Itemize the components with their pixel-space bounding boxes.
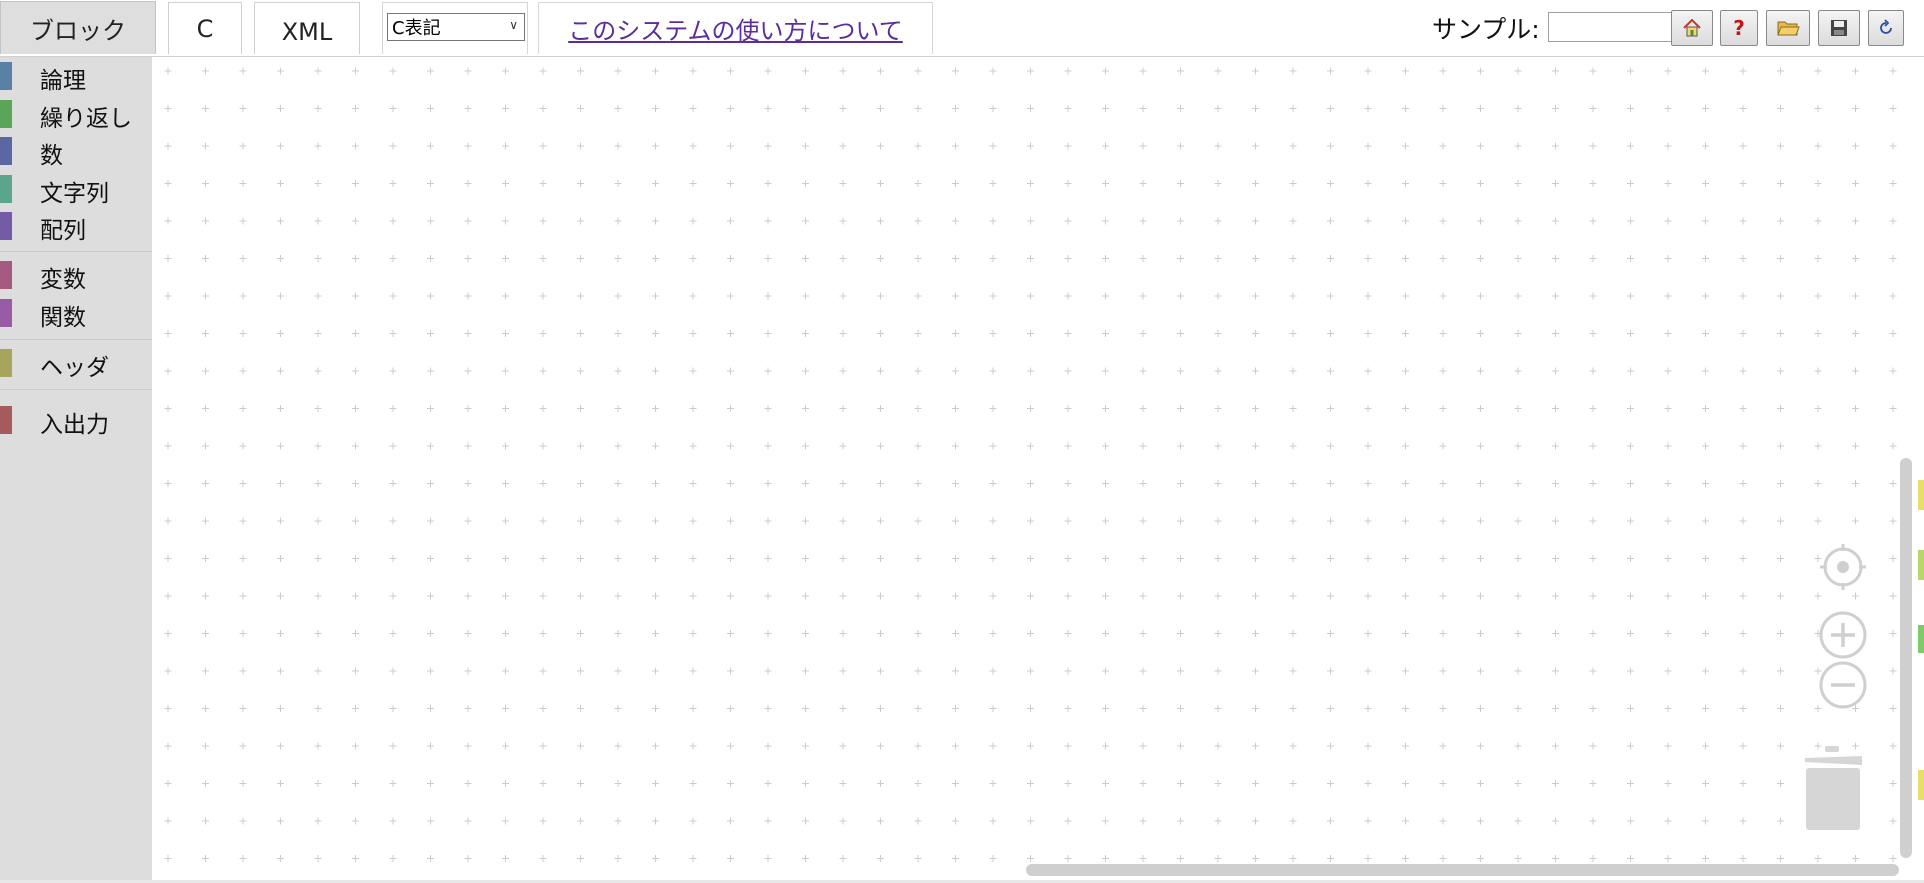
block-workspace[interactable] (152, 57, 1924, 883)
about-link[interactable]: このシステムの使い方について (568, 11, 903, 46)
horizontal-scrollbar[interactable] (1026, 864, 1899, 876)
tab-c-label: C (196, 14, 214, 43)
tab-xml[interactable]: XML (254, 2, 360, 54)
category-label: 文字列 (40, 181, 109, 207)
reload-button[interactable] (1868, 10, 1904, 46)
category-label: 関数 (40, 305, 86, 331)
block-toolbox: 論理 繰り返し 数 文字列 配列 変数 関数 ヘッダ 入出力 (0, 57, 152, 883)
trash-icon[interactable] (1800, 742, 1868, 834)
tab-xml-label: XML (281, 17, 333, 46)
app-window: ブロック C XML C表記 ∨ このシステムの使い方について サンプル: ∨ (0, 0, 1924, 883)
toolbox-separator (0, 251, 152, 252)
notation-container: C表記 ∨ (382, 2, 528, 54)
category-label: 繰り返し (40, 106, 132, 132)
window-edge-strip (1918, 480, 1924, 800)
category-io[interactable]: 入出力 (0, 403, 152, 438)
category-logic[interactable]: 論理 (0, 59, 152, 94)
workspace-grid (152, 57, 1924, 883)
recenter-icon[interactable] (1818, 542, 1868, 592)
category-label: 入出力 (40, 412, 109, 438)
category-math[interactable]: 数 (0, 134, 152, 169)
category-color-swatch (0, 349, 12, 377)
category-label: 数 (40, 143, 63, 169)
save-button[interactable] (1818, 10, 1860, 46)
category-label: ヘッダ (40, 355, 109, 381)
category-label: 論理 (40, 68, 86, 94)
zoom-out-icon[interactable] (1818, 660, 1868, 710)
notation-select[interactable]: C表記 ∨ (387, 13, 525, 41)
reload-icon (1880, 19, 1892, 34)
help-icon: ? (1733, 16, 1745, 40)
category-color-swatch (0, 100, 12, 128)
sample-label: サンプル: (1432, 15, 1540, 44)
chevron-down-icon: ∨ (509, 18, 518, 32)
category-functions[interactable]: 関数 (0, 296, 152, 331)
svg-text:?: ? (1733, 16, 1745, 40)
category-label: 配列 (40, 218, 86, 244)
category-headers[interactable]: ヘッダ (0, 346, 152, 381)
category-loops[interactable]: 繰り返し (0, 97, 152, 132)
category-color-swatch (0, 406, 12, 434)
home-button[interactable] (1671, 10, 1713, 46)
tab-blocks[interactable]: ブロック (0, 1, 156, 54)
category-label: 変数 (40, 267, 86, 293)
open-folder-icon (1777, 21, 1800, 36)
tab-c-code[interactable]: C (168, 2, 242, 54)
category-variables[interactable]: 変数 (0, 258, 152, 293)
help-button[interactable]: ? (1720, 10, 1758, 46)
category-color-swatch (0, 299, 12, 327)
vertical-scrollbar[interactable] (1900, 458, 1912, 858)
top-bar: ブロック C XML C表記 ∨ このシステムの使い方について サンプル: ∨ (0, 0, 1924, 57)
category-color-swatch (0, 261, 12, 289)
category-arrays[interactable]: 配列 (0, 209, 152, 244)
category-color-swatch (0, 62, 12, 90)
category-color-swatch (0, 175, 12, 203)
tab-blocks-label: ブロック (30, 16, 126, 45)
toolbox-separator (0, 339, 152, 340)
open-button[interactable] (1766, 10, 1810, 46)
category-text[interactable]: 文字列 (0, 172, 152, 207)
toolbox-separator (0, 389, 152, 390)
save-icon (1831, 20, 1847, 36)
about-container: このシステムの使い方について (538, 2, 933, 54)
zoom-in-icon[interactable] (1818, 610, 1868, 660)
category-color-swatch (0, 212, 12, 240)
notation-select-value: C表記 (392, 18, 441, 39)
home-icon (1683, 18, 1701, 37)
category-color-swatch (0, 137, 12, 165)
